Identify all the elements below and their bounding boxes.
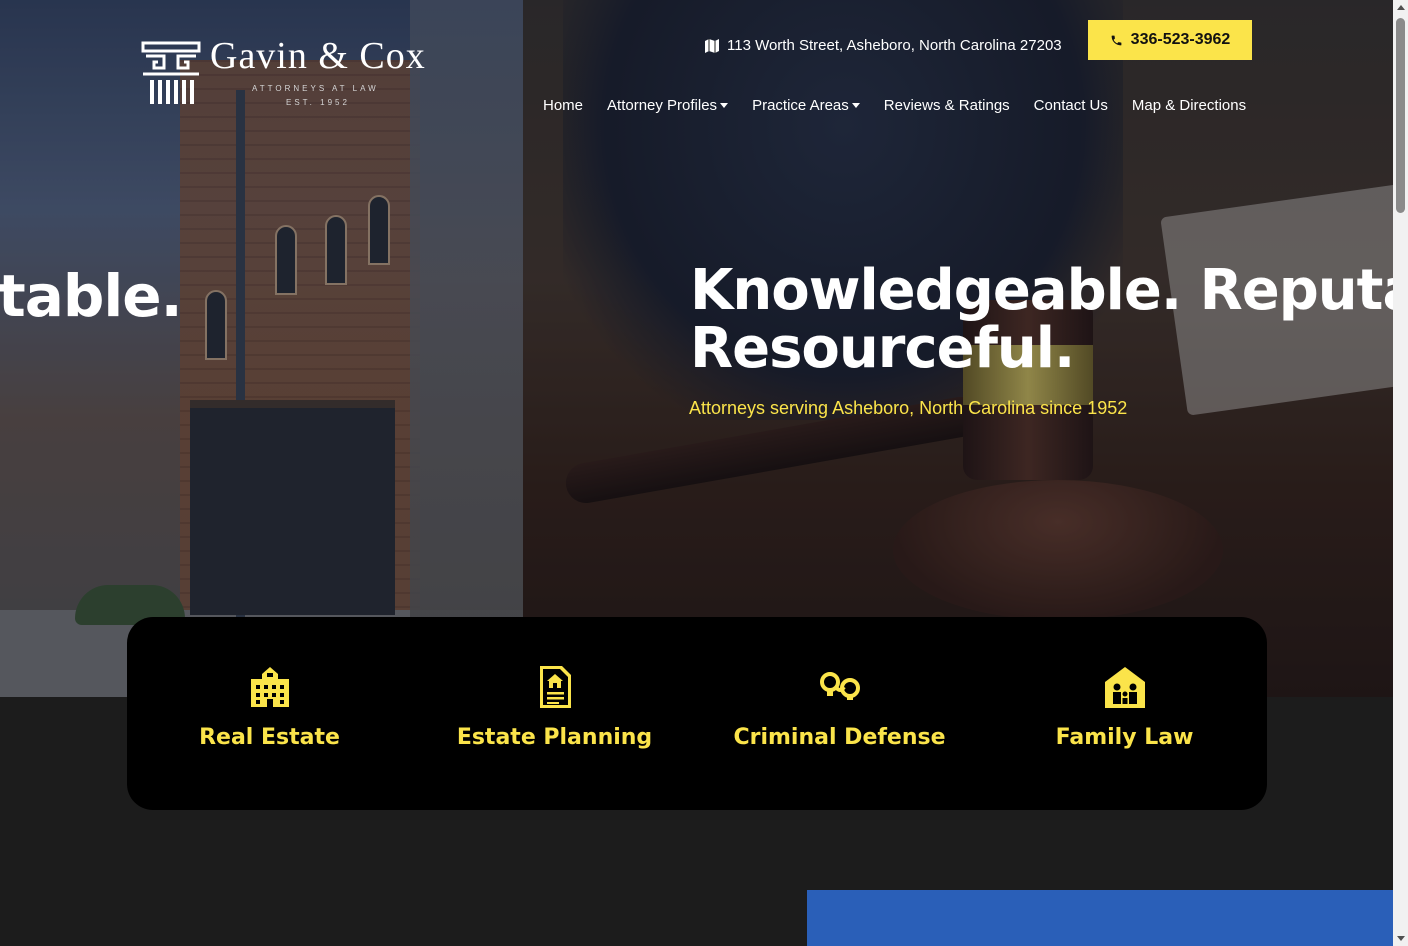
header-address[interactable]: 113 Worth Street, Asheboro, North Caroli…	[705, 37, 1062, 54]
practice-areas-card: Real Estate Estate Planning Criminal Def…	[127, 617, 1267, 810]
nav-practice-areas[interactable]: Practice Areas	[752, 97, 860, 114]
handcuffs-icon	[819, 672, 860, 700]
practice-label: Real Estate	[199, 725, 340, 750]
previous-slide-text: table.	[0, 262, 183, 330]
phone-icon	[1111, 35, 1122, 45]
next-section-blue-panel	[807, 890, 1393, 946]
page-scrollbar[interactable]	[1393, 0, 1408, 946]
page: Gavin & Cox ATTORNEYS AT LAW EST. 1952 1…	[0, 0, 1408, 946]
nav-attorney-profiles[interactable]: Attorney Profiles	[607, 97, 729, 114]
practice-label: Criminal Defense	[733, 725, 946, 750]
map-icon	[705, 38, 719, 53]
site-logo[interactable]: Gavin & Cox ATTORNEYS AT LAW EST. 1952	[140, 35, 425, 108]
scrollbar-thumb[interactable]	[1396, 18, 1405, 213]
nav-map-directions[interactable]: Map & Directions	[1132, 97, 1246, 114]
hero-subheadline: Attorneys serving Asheboro, North Caroli…	[689, 398, 1128, 418]
logo-name: Gavin & Cox	[210, 35, 426, 77]
practice-estate-planning[interactable]: Estate Planning	[435, 665, 675, 750]
phone-number: 336-523-3962	[1130, 31, 1231, 48]
nav-label: Contact Us	[1033, 97, 1108, 114]
family-home-icon	[1104, 667, 1145, 708]
scroll-up-arrow-icon[interactable]	[1393, 0, 1408, 15]
logo-tagline: ATTORNEYS AT LAW	[252, 84, 379, 93]
address-text: 113 Worth Street, Asheboro, North Caroli…	[727, 37, 1062, 54]
headline-line-2: Resourceful.	[690, 316, 1075, 378]
hero-headline: Knowledgeable. Reputable. Resourceful.	[690, 262, 1393, 378]
nav-home[interactable]: Home	[543, 97, 583, 114]
practice-label: Estate Planning	[456, 725, 653, 750]
nav-reviews-ratings[interactable]: Reviews & Ratings	[884, 97, 1010, 114]
nav-contact-us[interactable]: Contact Us	[1034, 97, 1108, 114]
caret-down-icon	[720, 103, 729, 108]
nav-label: Attorney Profiles	[607, 97, 718, 114]
scroll-down-arrow-icon[interactable]	[1393, 931, 1408, 946]
building-icon	[250, 667, 289, 707]
headline-line-1: Knowledgeable. Reputable.	[690, 262, 1393, 323]
main-nav: Home Attorney Profiles Practice Areas Re…	[543, 97, 1246, 114]
document-house-icon	[539, 666, 571, 708]
logo-established: EST. 1952	[286, 98, 350, 107]
nav-label: Reviews & Ratings	[883, 97, 1010, 114]
nav-label: Practice Areas	[752, 97, 849, 114]
phone-button[interactable]: 336-523-3962	[1088, 20, 1252, 60]
practice-family-law[interactable]: Family Law	[1005, 665, 1245, 750]
nav-label: Map & Directions	[1131, 97, 1247, 114]
column-logo-icon	[141, 41, 201, 104]
nav-label: Home	[543, 97, 584, 114]
caret-down-icon	[851, 103, 860, 108]
practice-criminal-defense[interactable]: Criminal Defense	[720, 665, 960, 750]
practice-label: Family Law	[1055, 725, 1194, 750]
practice-real-estate[interactable]: Real Estate	[150, 665, 390, 750]
